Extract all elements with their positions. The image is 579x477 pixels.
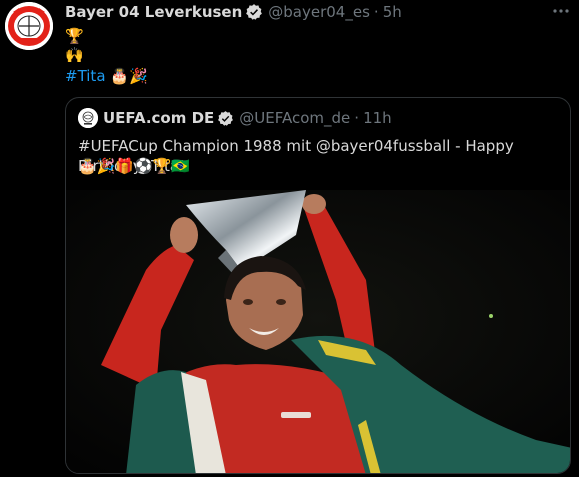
bayer-avatar[interactable] (5, 2, 53, 50)
quoted-author-handle[interactable]: @UEFAcom_de (239, 109, 350, 127)
quoted-emoji-line: 🎂🎉🎁⚽🏆🇧🇷 (78, 157, 191, 175)
quoted-tweet[interactable]: UEFA.com DE @UEFAcom_de · 11h #UEFACup C… (65, 97, 571, 474)
quoted-photo[interactable] (66, 190, 571, 474)
quoted-header: UEFA.com DE @UEFAcom_de · 11h (78, 108, 392, 128)
bayer-logo-icon (5, 2, 53, 50)
tweet-line-trophy: 🏆 (65, 27, 84, 45)
author-name[interactable]: Bayer 04 Leverkusen (65, 3, 242, 21)
author-handle[interactable]: @bayer04_es (268, 3, 370, 21)
separator-dot: · (373, 3, 379, 21)
verified-badge-icon (246, 4, 263, 20)
tweet-line-hashtag: #Tita 🎂🎉 (65, 66, 148, 86)
tweet[interactable]: Bayer 04 Leverkusen @bayer04_es · 5h 🏆 🙌… (0, 0, 579, 477)
uefa-logo-icon (78, 108, 98, 128)
hashtag-emoji: 🎂🎉 (110, 67, 148, 85)
more-options-icon[interactable] (550, 0, 572, 22)
hashtag-link[interactable]: #Tita (65, 67, 106, 85)
tweet-line-raised-hands: 🙌 (65, 46, 84, 64)
timestamp[interactable]: 5h (383, 3, 402, 21)
quoted-timestamp[interactable]: 11h (363, 109, 392, 127)
quoted-verified-badge-icon (218, 110, 234, 126)
quoted-author-name[interactable]: UEFA.com DE (103, 109, 214, 127)
tweet-header: Bayer 04 Leverkusen @bayer04_es · 5h (65, 3, 402, 21)
quoted-separator-dot: · (354, 109, 360, 127)
uefa-avatar[interactable] (78, 108, 98, 128)
